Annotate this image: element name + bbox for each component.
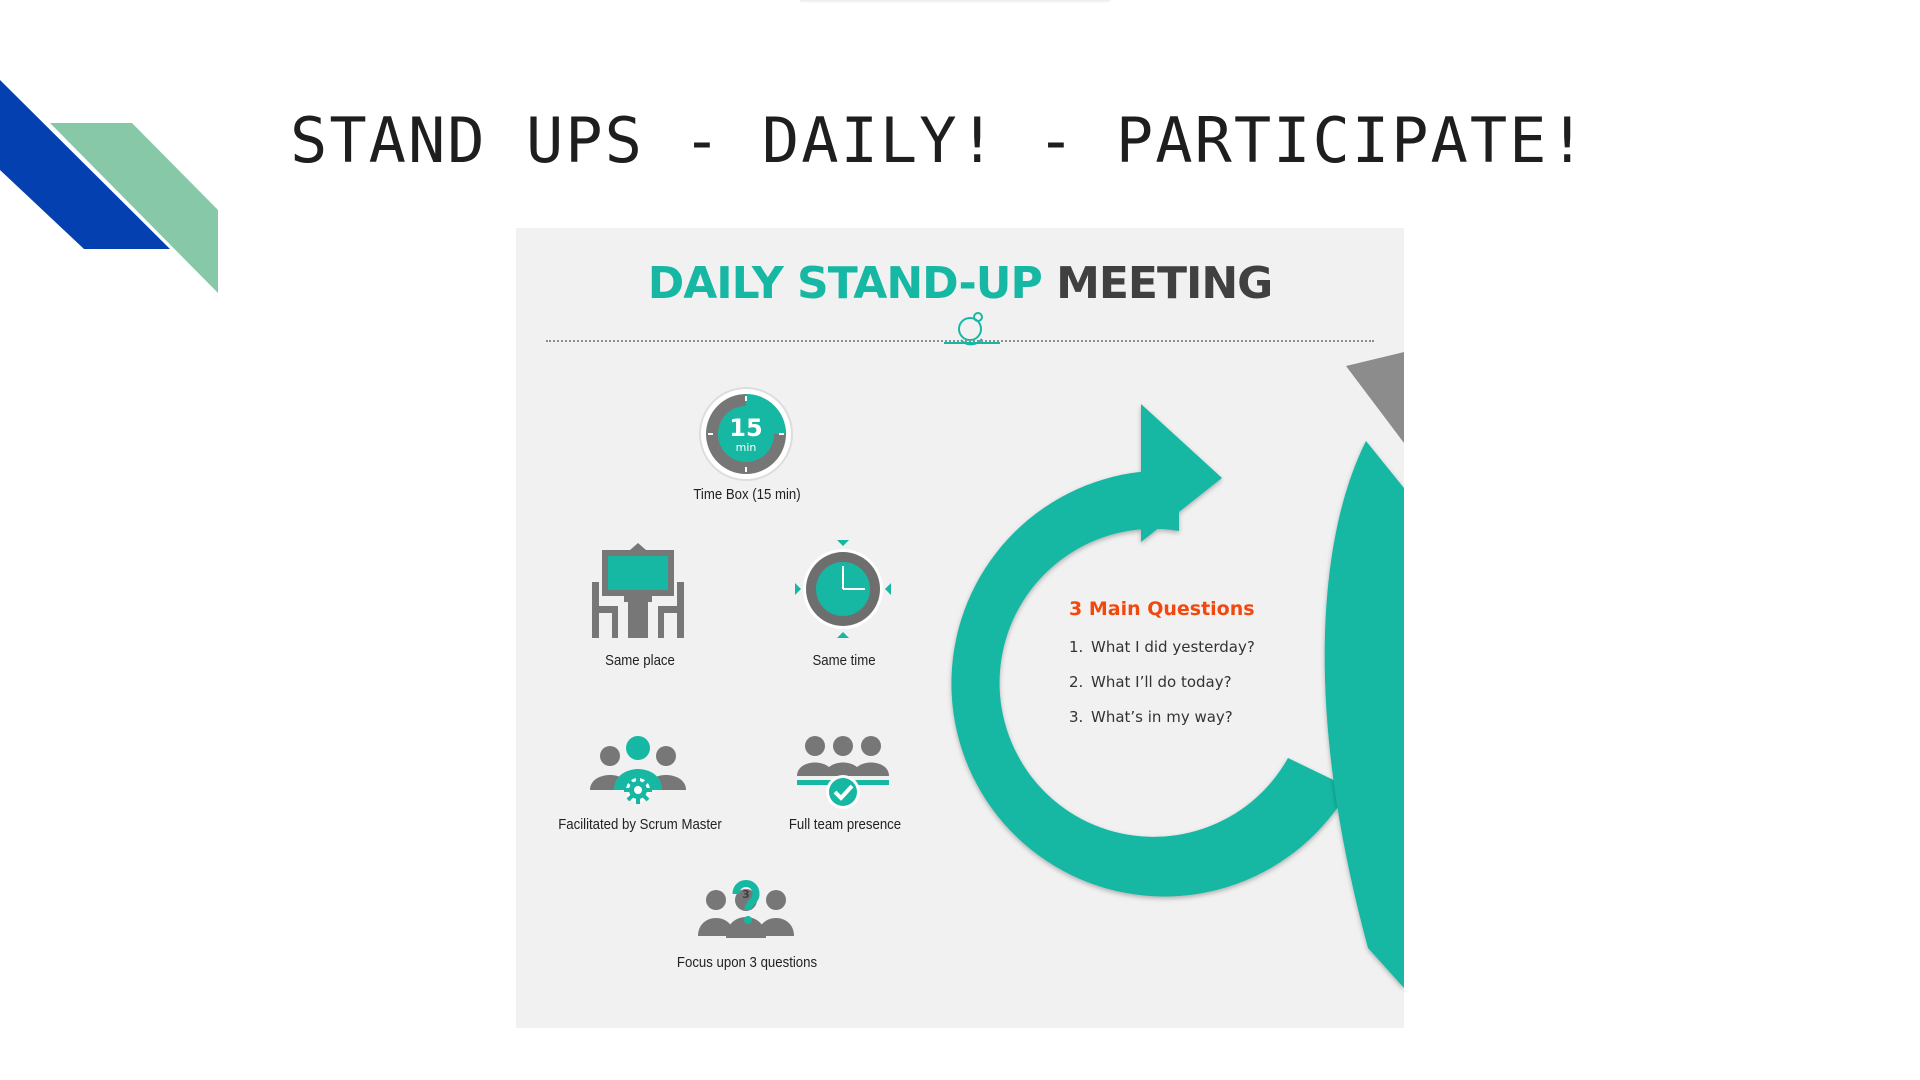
question-text: What I’ll do today? <box>1091 673 1232 691</box>
questions-heading: 3 Main Questions <box>1069 598 1255 620</box>
caption-same-time: Same time <box>812 652 876 669</box>
clock-icon <box>795 540 891 638</box>
question-number: 2. <box>1069 673 1084 691</box>
slide-title: STAND UPS - DAILY! - PARTICIPATE! <box>290 104 1588 177</box>
question-item: 1. What I did yesterday? <box>1069 638 1255 673</box>
swoosh-shape <box>1324 441 1404 988</box>
meeting-table-icon <box>592 543 684 638</box>
question-badge: 3 <box>742 888 750 901</box>
infographic-title: DAILY STAND-UP MEETING <box>516 258 1404 309</box>
caption-same-place: Same place <box>605 652 675 669</box>
question-number: 1. <box>1069 638 1084 656</box>
scrum-master-icon <box>590 736 686 804</box>
timer-unit: min <box>736 441 757 454</box>
team-check-icon <box>797 736 889 809</box>
question-item: 2. What I’ll do today? <box>1069 673 1255 708</box>
caption-team-presence: Full team presence <box>788 816 902 833</box>
infographic-image: DAILY STAND-UP MEETING 15 min Time Box (… <box>516 228 1404 1028</box>
timer-number: 15 <box>729 414 762 442</box>
top-shadow <box>800 0 1110 4</box>
caption-three-questions: Focus upon 3 questions <box>676 954 818 971</box>
gray-arrow-tip <box>1346 352 1404 443</box>
question-text: What’s in my way? <box>1091 708 1233 726</box>
questions-list: 1. What I did yesterday? 2. What I’ll do… <box>1069 638 1255 743</box>
question-number: 3. <box>1069 708 1084 726</box>
dotted-divider <box>546 340 1374 342</box>
corner-decoration <box>0 80 218 293</box>
team-question-icon: 3 <box>698 880 794 938</box>
caption-scrum-master: Facilitated by Scrum Master <box>558 816 722 833</box>
question-text: What I did yesterday? <box>1091 638 1255 656</box>
title-rest: MEETING <box>1056 258 1273 309</box>
question-item: 3. What’s in my way? <box>1069 708 1255 743</box>
timer-icon: 15 min <box>699 387 793 481</box>
title-accent: DAILY STAND-UP <box>647 258 1043 309</box>
caption-time-box: Time Box (15 min) <box>693 486 801 503</box>
